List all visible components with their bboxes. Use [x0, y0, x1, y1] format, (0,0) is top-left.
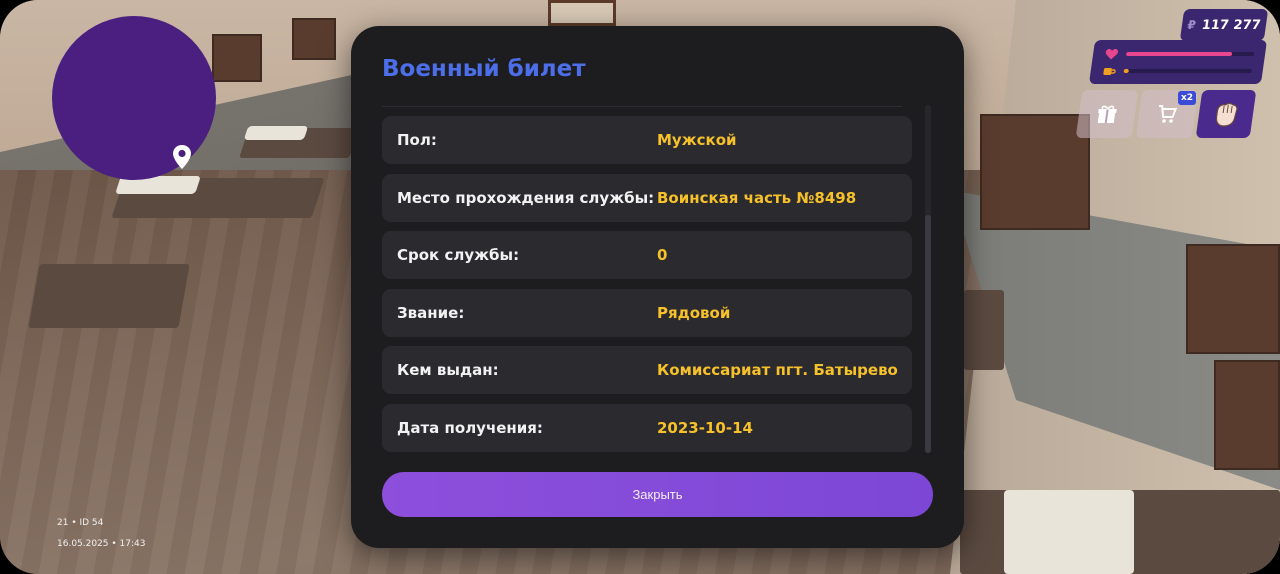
wall-cabinet	[292, 18, 336, 60]
hunger-bar	[1123, 69, 1253, 73]
info-row-service-place: Место прохождения службы: Воинская часть…	[382, 174, 912, 222]
row-value: Комиссариат пгт. Батырево	[657, 361, 898, 379]
row-value: 2023-10-14	[657, 419, 753, 437]
info-row-gender: Пол: Мужской	[382, 116, 912, 164]
hunger-stat	[1102, 65, 1253, 77]
cart-icon	[1158, 105, 1178, 123]
row-value: Воинская часть №8498	[657, 189, 857, 207]
bunk-bed	[964, 290, 1004, 370]
minimap[interactable]	[52, 16, 216, 180]
row-label: Дата получения:	[397, 419, 543, 437]
map-pin-icon	[173, 145, 191, 169]
wall-poster	[548, 0, 616, 26]
bunk-bed	[28, 264, 190, 328]
health-bar-fill	[1125, 52, 1233, 56]
row-label: Кем выдан:	[397, 361, 499, 379]
scrollbar[interactable]	[925, 105, 931, 453]
bed-mattress	[1004, 490, 1134, 574]
info-row-issue-date: Дата получения: 2023-10-14	[382, 404, 912, 452]
datetime-label: 16.05.2025 • 17:43	[57, 539, 146, 549]
dialog-title: Военный билет	[382, 56, 586, 82]
money-value: 117 277	[1200, 17, 1262, 33]
gift-button[interactable]	[1075, 90, 1139, 138]
row-label: Место прохождения службы:	[397, 189, 655, 207]
wall-cabinet	[212, 34, 262, 82]
row-value: Мужской	[657, 131, 737, 149]
player-stats-panel	[1088, 40, 1268, 84]
row-value: Рядовой	[657, 304, 731, 322]
wall-cabinet	[1186, 244, 1280, 354]
row-label: Звание:	[397, 304, 465, 322]
scrollbar-thumb[interactable]	[925, 215, 931, 453]
shop-multiplier-badge: x2	[1178, 91, 1196, 105]
wall-cabinet	[1214, 360, 1280, 470]
fist-icon	[1215, 102, 1238, 127]
fist-button[interactable]	[1195, 90, 1257, 138]
row-label: Срок службы:	[397, 246, 520, 264]
info-row-rank: Звание: Рядовой	[382, 289, 912, 337]
row-label: Пол:	[397, 131, 437, 149]
heart-icon	[1105, 49, 1119, 60]
row-value: 0	[657, 246, 668, 264]
money-display: ₽ 117 277	[1179, 9, 1269, 41]
player-id-label: 21 • ID 54	[57, 518, 104, 528]
bed-mattress	[243, 126, 309, 140]
health-bar	[1125, 52, 1255, 56]
close-button[interactable]: Закрыть	[382, 472, 933, 517]
info-row-issued-by: Кем выдан: Комиссариат пгт. Батырево	[382, 346, 912, 394]
hunger-bar-fill	[1123, 69, 1130, 73]
gift-icon	[1097, 105, 1117, 123]
health-stat	[1104, 48, 1255, 60]
title-divider	[382, 106, 902, 107]
info-row-service-term: Срок службы: 0	[382, 231, 912, 279]
currency-symbol: ₽	[1186, 18, 1197, 32]
military-id-dialog: Военный билет Пол: Мужской Место прохожд…	[351, 26, 964, 548]
wall-cabinet	[980, 114, 1090, 230]
food-icon	[1103, 68, 1116, 75]
info-list[interactable]: Пол: Мужской Место прохождения службы: В…	[382, 116, 912, 456]
